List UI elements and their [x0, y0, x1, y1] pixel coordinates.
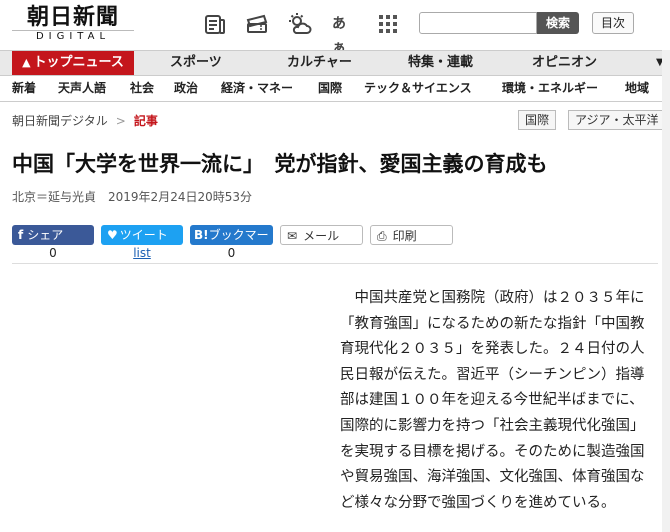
sub-nav-item-politics[interactable]: 政治 [174, 76, 198, 101]
article-body: 中国共産党と国務院（政府）は２０３５年に「教育強国」になるための新たな指針「中国… [340, 290, 645, 511]
print-icon: ⎙ [377, 229, 387, 243]
sub-nav-item-economy[interactable]: 経済・マネー [221, 76, 293, 101]
main-nav-item-top-news[interactable]: ▲ トップニュース [12, 51, 134, 75]
site-logo[interactable]: 朝日新聞 DIGITAL [12, 5, 134, 43]
breadcrumb: 朝日新聞デジタル > 記事 [12, 112, 158, 129]
ticket-icon[interactable] [245, 12, 269, 36]
twitter-bird-icon: ♥ [107, 228, 118, 242]
twitter-tweet-label: ツイート [119, 228, 168, 242]
sub-nav-item-new[interactable]: 新着 [12, 76, 36, 101]
hatena-bookmark-count: 0 [227, 246, 236, 260]
article-date: 2019年2月24日20時53分 [108, 190, 252, 204]
newspaper-icon[interactable] [203, 12, 227, 36]
facebook-share-button[interactable]: f シェア [12, 225, 94, 245]
breadcrumb-current: 記事 [133, 114, 158, 128]
mail-button[interactable]: ✉ メール [280, 225, 363, 245]
sub-nav-item-society[interactable]: 社会 [130, 76, 154, 101]
hatena-icon: B! [194, 228, 209, 242]
main-nav-item-sports[interactable]: スポーツ [170, 51, 222, 75]
mail-icon: ✉ [287, 229, 298, 243]
article-author: 北京＝延与光貞 [12, 190, 97, 204]
weather-icon[interactable] [288, 12, 312, 36]
site-header: 朝日新聞 DIGITAL あぁ 検索 目次 [0, 0, 670, 56]
sub-nav-item-tech[interactable]: テック＆サイエンス [364, 76, 472, 101]
home-icon: ▲ [22, 56, 31, 69]
scrollbar[interactable] [662, 50, 670, 532]
divider [12, 263, 658, 264]
print-button[interactable]: ⎙ 印刷 [370, 225, 453, 245]
facebook-share-count: 0 [49, 246, 57, 260]
main-nav: ▲ トップニュース スポーツ カルチャー 特集・連載 オピニオン ▼ [0, 50, 670, 76]
main-nav-item-culture[interactable]: カルチャー [287, 51, 352, 75]
print-label: 印刷 [392, 229, 417, 243]
grid-menu-icon[interactable] [376, 12, 400, 36]
article-title: 中国「大学を世界一流に」 党が指針、愛国主義の育成も [12, 152, 548, 176]
hatena-bookmark-button[interactable]: B!ブックマー [190, 225, 273, 245]
facebook-share-label: シェア [27, 228, 64, 242]
tag-international[interactable]: 国際 [518, 110, 557, 130]
search-input[interactable] [419, 12, 537, 34]
breadcrumb-separator: > [115, 114, 126, 128]
font-size-icon[interactable]: あぁ [332, 12, 356, 56]
search-button[interactable]: 検索 [537, 12, 579, 34]
main-nav-label: トップニュース [33, 55, 124, 70]
breadcrumb-home[interactable]: 朝日新聞デジタル [12, 114, 108, 128]
twitter-tweet-button[interactable]: ♥ ツイート [101, 225, 183, 245]
main-nav-item-features[interactable]: 特集・連載 [408, 51, 473, 75]
logo-main-text: 朝日新聞 [26, 4, 119, 30]
logo-sub-text: DIGITAL [12, 30, 134, 43]
sub-nav-item-international[interactable]: 国際 [318, 76, 342, 101]
twitter-list-link[interactable]: list [101, 246, 183, 260]
hatena-bookmark-label: ブックマー [208, 228, 269, 242]
facebook-icon: f [18, 228, 24, 242]
byline: 北京＝延与光貞 2019年2月24日20時53分 [12, 188, 252, 205]
sub-nav-item-tenseijingo[interactable]: 天声人語 [58, 76, 106, 101]
sub-nav-item-environment[interactable]: 環境・エネルギー [502, 76, 598, 101]
mail-label: メール [303, 229, 340, 243]
index-button[interactable]: 目次 [592, 12, 634, 34]
sub-nav: 新着 天声人語 社会 政治 経済・マネー 国際 テック＆サイエンス 環境・エネル… [0, 76, 670, 102]
tag-asia-pacific[interactable]: アジア・太平洋 [568, 110, 670, 130]
main-nav-item-opinion[interactable]: オピニオン [532, 51, 597, 75]
sub-nav-item-region[interactable]: 地域 [625, 76, 649, 101]
